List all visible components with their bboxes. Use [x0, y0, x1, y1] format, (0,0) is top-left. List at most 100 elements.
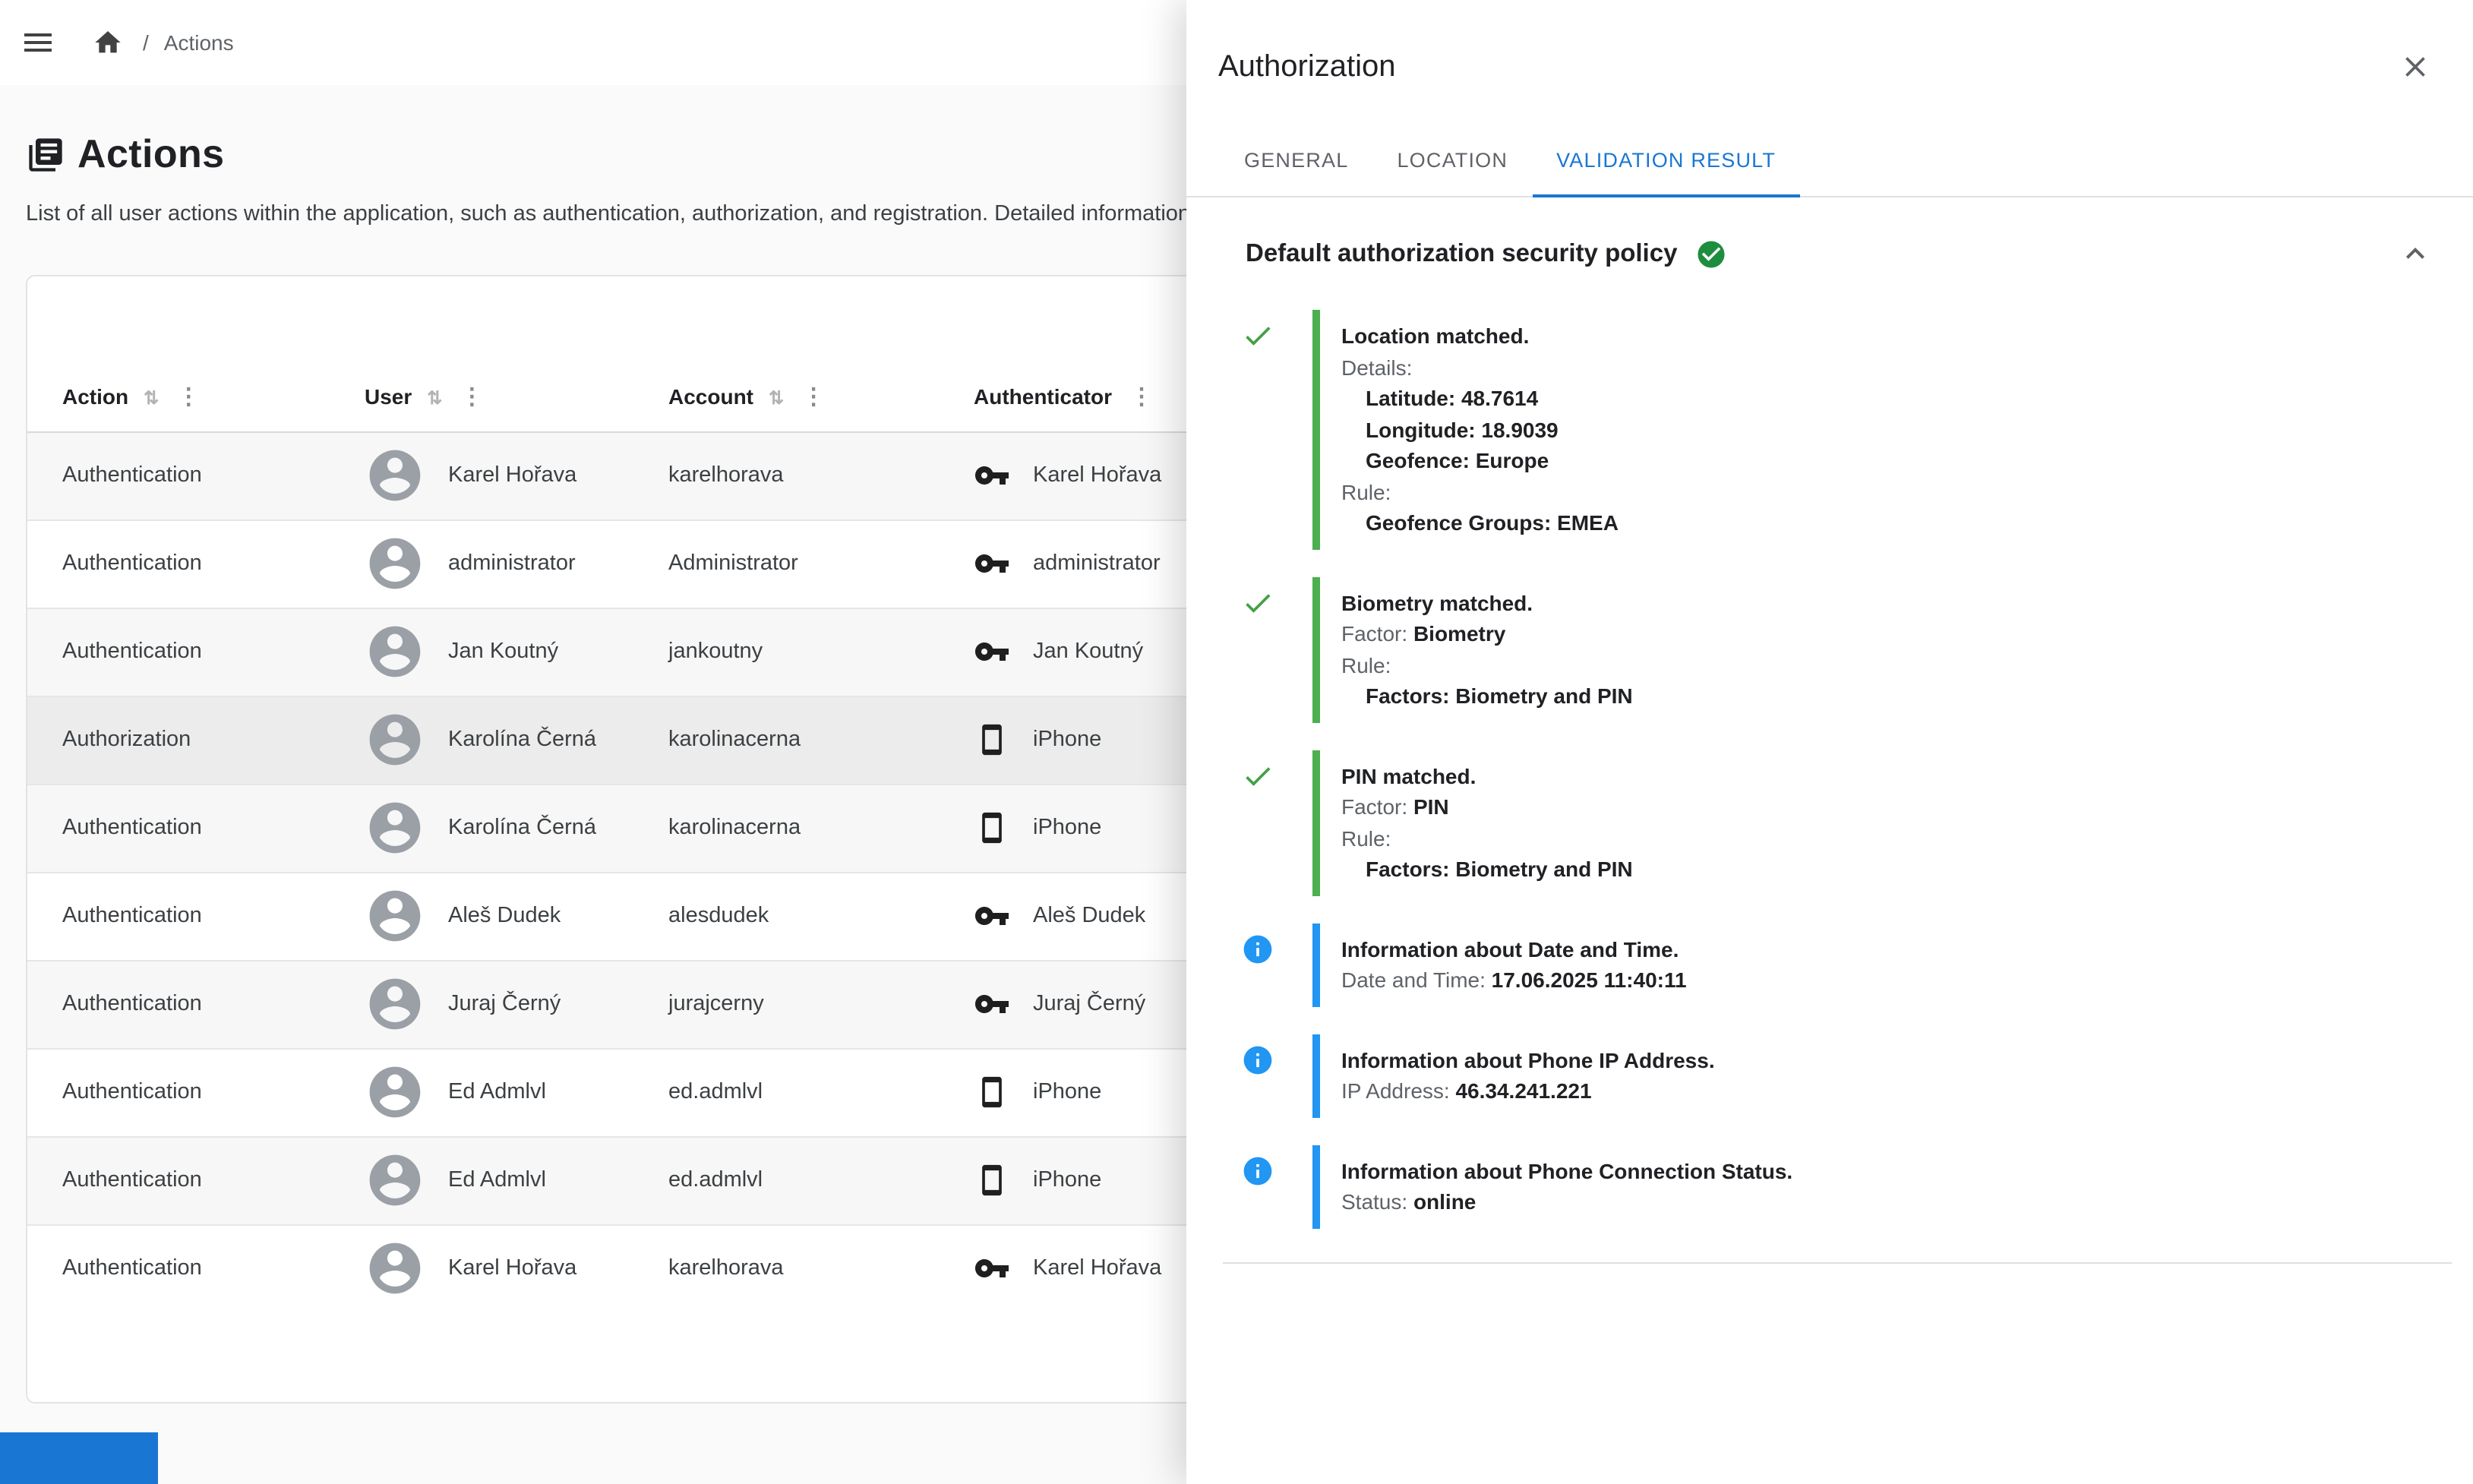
validation-item: Biometry matched.Factor: BiometryRule:Fa… — [1241, 576, 2450, 722]
column-menu-icon[interactable]: ⋮ — [460, 384, 483, 410]
smartphone-icon — [974, 1162, 1010, 1198]
column-menu-icon[interactable]: ⋮ — [1130, 384, 1153, 410]
account-cell: karelhorava — [633, 431, 939, 519]
chevron-up-icon[interactable] — [2397, 235, 2434, 272]
section-divider — [1223, 1261, 2452, 1263]
key-icon — [974, 1250, 1010, 1287]
authenticator-name: iPhone — [1033, 728, 1101, 752]
drawer-header: Authorization — [1186, 0, 2473, 125]
user-cell: Ed Admlvl — [365, 1049, 633, 1135]
validation-result-panel: Default authorization security policy Lo… — [1186, 197, 2473, 1484]
avatar-icon — [365, 445, 425, 506]
sort-icon[interactable]: ⇅ — [427, 387, 442, 409]
breadcrumb-current[interactable]: Actions — [164, 30, 234, 55]
action-cell: Authentication — [27, 431, 330, 519]
key-icon — [974, 457, 1010, 494]
close-icon[interactable] — [2399, 50, 2432, 84]
actions-icon — [26, 134, 65, 174]
drawer-tabs: GENERAL LOCATION VALIDATION RESULT — [1186, 125, 2473, 197]
avatar-icon — [365, 533, 425, 594]
validation-line: Information about Date and Time. — [1341, 933, 2432, 965]
authenticator-name: Juraj Černý — [1033, 992, 1145, 1016]
user-cell: Karolína Černá — [365, 696, 633, 783]
validation-detail: Information about Phone Connection Statu… — [1312, 1145, 2450, 1228]
tab-general[interactable]: GENERAL — [1220, 125, 1372, 197]
authenticator-name: administrator — [1033, 551, 1161, 576]
validation-line: Geofence Groups: EMEA — [1341, 507, 2432, 538]
user-cell: Aleš Dudek — [365, 873, 633, 959]
validation-item: Location matched.Details:Latitude: 48.76… — [1241, 310, 2450, 549]
validation-detail: Biometry matched.Factor: BiometryRule:Fa… — [1312, 576, 2450, 722]
user-name: Ed Admlvl — [448, 1080, 546, 1104]
validation-line: Longitude: 18.9039 — [1341, 414, 2432, 445]
authenticator-name: Karel Hořava — [1033, 1256, 1161, 1280]
user-name: Ed Admlvl — [448, 1168, 546, 1192]
validation-detail: Location matched.Details:Latitude: 48.76… — [1312, 310, 2450, 549]
column-header-action[interactable]: Action⇅⋮ — [27, 362, 330, 431]
validation-detail: PIN matched.Factor: PINRule:Factors: Bio… — [1312, 750, 2450, 895]
validation-line: Rule: — [1341, 649, 2432, 680]
validation-line: Rule: — [1341, 476, 2432, 507]
action-cell: Authentication — [27, 608, 330, 696]
validation-list: Location matched.Details:Latitude: 48.76… — [1186, 310, 2473, 1228]
avatar-icon — [365, 621, 425, 682]
user-cell: Juraj Černý — [365, 961, 633, 1047]
key-icon — [974, 898, 1010, 934]
avatar-icon — [365, 974, 425, 1034]
action-cell: Authentication — [27, 519, 330, 608]
drawer-title: Authorization — [1218, 49, 2399, 84]
account-cell: karolinacerna — [633, 696, 939, 784]
validation-detail: Information about Date and Time.Date and… — [1312, 923, 2450, 1006]
column-header-account[interactable]: Account⇅⋮ — [633, 362, 939, 431]
column-menu-icon[interactable]: ⋮ — [177, 384, 200, 410]
check-icon — [1241, 319, 1274, 352]
avatar-icon — [365, 1238, 425, 1299]
account-cell: karolinacerna — [633, 784, 939, 872]
user-name: administrator — [448, 551, 576, 576]
info-icon — [1241, 932, 1274, 965]
authenticator-name: iPhone — [1033, 1168, 1101, 1192]
validation-item: PIN matched.Factor: PINRule:Factors: Bio… — [1241, 750, 2450, 895]
sort-icon[interactable]: ⇅ — [144, 387, 159, 409]
smartphone-icon — [974, 1074, 1010, 1110]
smartphone-icon — [974, 721, 1010, 758]
action-cell: Authentication — [27, 1048, 330, 1136]
action-cell: Authentication — [27, 1136, 330, 1224]
user-name: Aleš Dudek — [448, 904, 561, 928]
user-name: Juraj Černý — [448, 992, 561, 1016]
avatar-icon — [365, 1062, 425, 1122]
tab-location[interactable]: LOCATION — [1372, 125, 1532, 197]
home-icon[interactable] — [93, 27, 123, 58]
account-cell: Administrator — [633, 519, 939, 608]
info-icon — [1241, 1154, 1274, 1187]
action-cell: Authentication — [27, 872, 330, 960]
account-cell: karelhorava — [633, 1224, 939, 1312]
account-cell: jurajcerny — [633, 960, 939, 1048]
tab-validation-result[interactable]: VALIDATION RESULT — [1532, 125, 1800, 197]
check-circle-icon — [1695, 238, 1727, 270]
breadcrumb-separator: / — [143, 30, 149, 55]
action-cell: Authentication — [27, 1224, 330, 1312]
validation-line: Date and Time: 17.06.2025 11:40:11 — [1341, 965, 2432, 996]
validation-line: IP Address: 46.34.241.221 — [1341, 1075, 2432, 1107]
validation-line: Geofence: Europe — [1341, 445, 2432, 476]
hamburger-menu-icon[interactable] — [20, 24, 56, 61]
avatar-icon — [365, 886, 425, 946]
action-cell: Authentication — [27, 784, 330, 872]
avatar-icon — [365, 797, 425, 858]
validation-line: Information about Phone IP Address. — [1341, 1044, 2432, 1075]
user-name: Karel Hořava — [448, 1256, 576, 1280]
column-header-user[interactable]: User⇅⋮ — [330, 362, 633, 431]
account-cell: jankoutny — [633, 608, 939, 696]
validation-line: Latitude: 48.7614 — [1341, 383, 2432, 414]
user-cell: Karolína Černá — [365, 785, 633, 871]
key-icon — [974, 633, 1010, 670]
check-icon — [1241, 586, 1274, 619]
validation-line: Information about Phone Connection Statu… — [1341, 1155, 2432, 1186]
user-cell: Ed Admlvl — [365, 1137, 633, 1224]
sort-icon[interactable]: ⇅ — [769, 387, 784, 409]
validation-line: Status: online — [1341, 1186, 2432, 1217]
authorization-drawer: Authorization GENERAL LOCATION VALIDATIO… — [1186, 0, 2473, 1484]
column-menu-icon[interactable]: ⋮ — [802, 384, 825, 410]
validation-line: Factors: Biometry and PIN — [1341, 854, 2432, 885]
